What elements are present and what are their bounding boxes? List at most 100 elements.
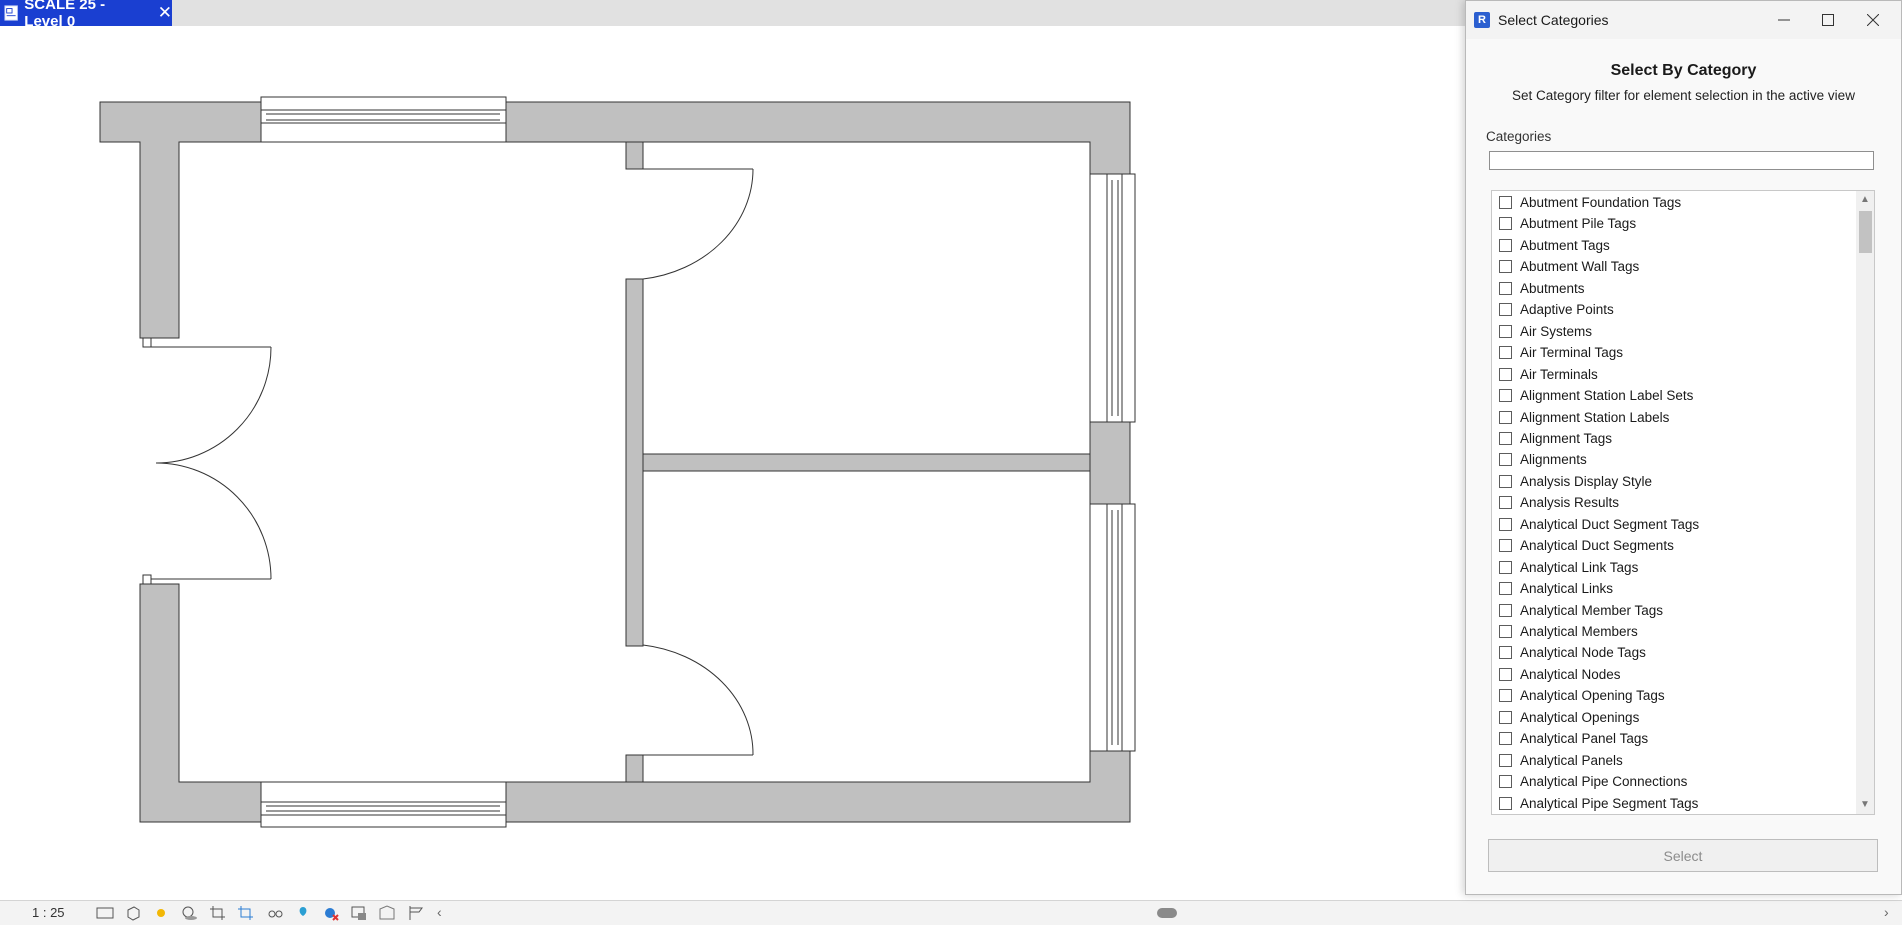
category-list-item[interactable]: Analytical Panels	[1499, 750, 1623, 771]
category-checkbox[interactable]	[1499, 389, 1512, 403]
show-crop-region-icon[interactable]	[237, 905, 255, 921]
category-checkbox[interactable]	[1499, 603, 1512, 617]
category-checkbox[interactable]	[1499, 367, 1512, 381]
category-checkbox[interactable]	[1499, 238, 1512, 252]
category-checkbox[interactable]	[1499, 710, 1512, 724]
reveal-hidden-elements-icon[interactable]	[322, 905, 340, 921]
maximize-button[interactable]	[1806, 5, 1850, 35]
category-list-item[interactable]: Abutment Wall Tags	[1499, 256, 1639, 277]
category-checkbox[interactable]	[1499, 324, 1512, 338]
category-list-item[interactable]: Alignment Station Labels	[1499, 407, 1669, 428]
category-item-label: Analytical Openings	[1520, 709, 1640, 725]
category-list-item[interactable]: Abutment Foundation Tags	[1499, 192, 1681, 213]
category-checkbox[interactable]	[1499, 775, 1512, 789]
category-checkbox[interactable]	[1499, 431, 1512, 445]
category-checkbox[interactable]	[1499, 346, 1512, 360]
category-list-item[interactable]: Air Terminals	[1499, 364, 1598, 385]
category-checkbox[interactable]	[1499, 260, 1512, 274]
temporary-hide-isolate-icon[interactable]	[294, 905, 312, 921]
category-item-label: Analytical Node Tags	[1520, 645, 1646, 661]
category-checkbox[interactable]	[1499, 582, 1512, 596]
category-checkbox[interactable]	[1499, 496, 1512, 510]
category-list-item[interactable]: Analytical Members	[1499, 621, 1638, 642]
category-checkbox[interactable]	[1499, 453, 1512, 467]
detail-level-icon[interactable]	[96, 905, 114, 921]
category-item-label: Abutment Foundation Tags	[1520, 195, 1682, 210]
scroll-right-icon[interactable]: ›	[1884, 904, 1889, 920]
category-checkbox[interactable]	[1499, 474, 1512, 488]
category-checkbox[interactable]	[1499, 196, 1512, 209]
category-item-label: Analytical Panel Tags	[1520, 731, 1649, 747]
crop-view-icon[interactable]	[209, 905, 227, 921]
view-tab[interactable]: SCALE 25 - Level 0 ✕	[0, 0, 172, 30]
category-list-item[interactable]: Analysis Display Style	[1499, 471, 1652, 492]
category-checkbox[interactable]	[1499, 539, 1512, 553]
category-list-item[interactable]: Analytical Pipe Segment Tags	[1499, 793, 1698, 814]
category-list-item[interactable]: Analytical Openings	[1499, 707, 1639, 728]
category-checkbox[interactable]	[1499, 646, 1512, 660]
category-list-item[interactable]: Adaptive Points	[1499, 299, 1614, 320]
category-list-item[interactable]: Analytical Link Tags	[1499, 557, 1638, 578]
double-door-entrance	[142, 337, 272, 585]
minimize-button[interactable]	[1762, 5, 1806, 35]
scroll-thumb[interactable]	[1859, 211, 1872, 253]
shadows-icon[interactable]	[180, 905, 198, 921]
category-checkbox[interactable]	[1499, 625, 1512, 638]
temporary-view-properties-icon[interactable]	[350, 905, 368, 921]
category-list-item[interactable]: Abutments	[1499, 278, 1585, 299]
category-item-label: Analysis Results	[1520, 495, 1620, 511]
category-list-item[interactable]: Analysis Results	[1499, 492, 1619, 513]
category-list-item[interactable]: Analytical Panel Tags	[1499, 728, 1648, 749]
category-list-item[interactable]: Air Terminal Tags	[1499, 342, 1623, 363]
category-checkbox[interactable]	[1499, 560, 1512, 574]
category-list-scrollbar[interactable]: ▲ ▼	[1856, 191, 1874, 814]
category-list-item[interactable]: Analytical Duct Segment Tags	[1499, 514, 1699, 535]
category-list-item[interactable]: Abutment Pile Tags	[1499, 213, 1636, 234]
category-checkbox[interactable]	[1499, 303, 1512, 317]
category-list-item[interactable]: Alignments	[1499, 449, 1587, 470]
scroll-up-icon[interactable]: ▲	[1856, 191, 1874, 209]
category-item-label: Analytical Link Tags	[1520, 559, 1639, 575]
category-item-label: Analytical Duct Segments	[1520, 538, 1674, 554]
category-checkbox[interactable]	[1499, 732, 1512, 746]
category-checkbox[interactable]	[1499, 517, 1512, 531]
select-button[interactable]: Select	[1488, 839, 1878, 872]
dialog-titlebar[interactable]: R Select Categories	[1466, 1, 1901, 39]
category-checkbox[interactable]	[1499, 689, 1512, 703]
scroll-down-icon[interactable]: ▼	[1856, 796, 1874, 814]
close-button[interactable]	[1851, 5, 1895, 35]
visual-style-icon[interactable]	[124, 905, 142, 921]
category-list-item[interactable]: Alignment Station Label Sets	[1499, 385, 1693, 406]
close-view-tab-icon[interactable]: ✕	[158, 3, 172, 23]
category-checkbox[interactable]	[1499, 281, 1512, 295]
collapse-toolbar-icon[interactable]: ‹	[437, 904, 442, 920]
category-list-item[interactable]: Air Systems	[1499, 321, 1592, 342]
sun-path-icon[interactable]	[152, 905, 170, 921]
category-item-label: Analytical Pipe Segment Tags	[1520, 795, 1699, 811]
category-item-label: Abutments	[1520, 280, 1585, 296]
category-list-item[interactable]: Analytical Duct Segments	[1499, 535, 1674, 556]
category-list-item[interactable]: Alignment Tags	[1499, 428, 1612, 449]
category-item-label: Analytical Member Tags	[1520, 602, 1664, 618]
category-list-item[interactable]: Analytical Node Tags	[1499, 642, 1646, 663]
category-list-item[interactable]: Analytical Opening Tags	[1499, 685, 1665, 706]
highlight-displacement-icon[interactable]	[407, 905, 425, 921]
category-checkbox[interactable]	[1499, 667, 1512, 681]
category-filter-input[interactable]	[1489, 151, 1874, 170]
hide-analytical-model-icon[interactable]	[378, 905, 396, 921]
category-checkbox[interactable]	[1499, 217, 1512, 231]
category-checkbox[interactable]	[1499, 753, 1512, 767]
category-item-label: Air Terminals	[1520, 366, 1598, 382]
category-checkbox[interactable]	[1499, 410, 1512, 424]
horizontal-scroll-thumb[interactable]	[1157, 908, 1177, 918]
category-checkbox[interactable]	[1499, 796, 1512, 810]
revit-app-icon: R	[1474, 12, 1490, 28]
category-list-item[interactable]: Analytical Links	[1499, 578, 1613, 599]
category-list-item[interactable]: Abutment Tags	[1499, 235, 1610, 256]
category-list-item[interactable]: Analytical Nodes	[1499, 664, 1621, 685]
category-list-item[interactable]: Analytical Pipe Connections	[1499, 771, 1687, 792]
unlocked-3d-view-icon[interactable]	[266, 905, 284, 921]
view-scale[interactable]: 1 : 25	[32, 905, 65, 920]
category-list-item[interactable]: Analytical Member Tags	[1499, 600, 1663, 621]
category-list[interactable]: Abutment Foundation Tags Abutment Pile Ta…	[1491, 190, 1875, 815]
